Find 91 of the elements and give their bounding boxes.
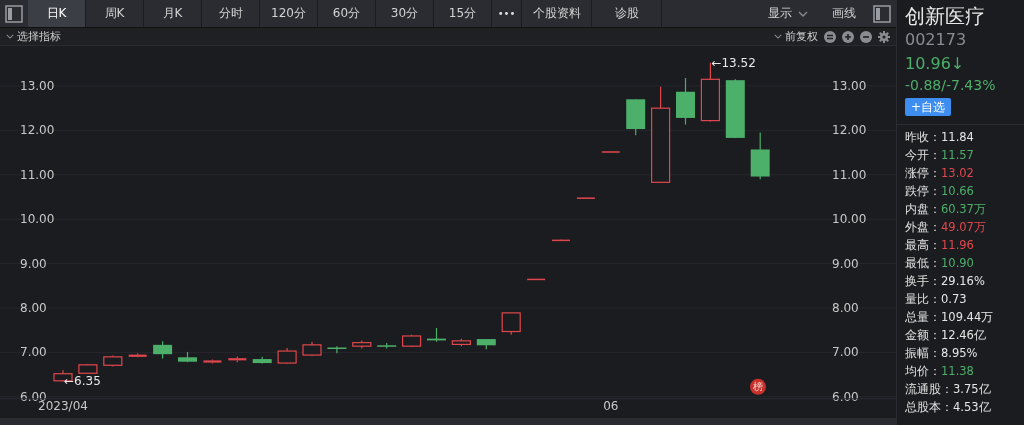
y-axis-label: 12.00 (20, 123, 55, 138)
zoom-in-icon[interactable] (842, 30, 854, 43)
low-price-marker: ←6.35 (64, 374, 101, 389)
candlestick (501, 312, 521, 336)
badge[interactable]: 榜 (750, 378, 766, 395)
candlestick (725, 78, 745, 139)
price-change: -0.88/-7.43% (905, 76, 997, 95)
stat-value: 4.53亿 (953, 399, 991, 415)
y-axis-label: 6.00 (832, 389, 859, 404)
stat-label: 最高： (905, 237, 941, 253)
chevron-down-icon (798, 10, 808, 17)
y-axis-label: 13.00 (20, 78, 55, 93)
candlestick (252, 356, 272, 365)
stat-value: 10.90 (941, 256, 974, 270)
candlestick (103, 354, 123, 368)
stat-value: 8.95% (941, 346, 978, 360)
candlestick (377, 342, 397, 349)
stat-value: 11.96 (941, 238, 974, 252)
candlestick (78, 363, 98, 375)
y-axis-label: 12.00 (832, 123, 867, 138)
sidebar-toggle-icon (5, 4, 23, 23)
y-axis-label: 11.00 (20, 167, 55, 182)
stat-value: 10.66 (941, 184, 974, 198)
candlestick (228, 355, 247, 363)
stock-name: 创新医疗 (905, 3, 986, 29)
stat-label: 昨收： (905, 129, 941, 145)
x-axis-label: 06 (603, 399, 619, 413)
candlestick (476, 338, 496, 350)
stat-label: 涨停： (905, 165, 941, 181)
candlestick (601, 150, 620, 153)
stat-label: 振幅： (905, 345, 941, 361)
stat-value: 49.07万 (941, 219, 986, 235)
stat-value: 11.84 (941, 130, 974, 144)
period-tab[interactable]: 日K (28, 0, 86, 27)
y-axis-label: 10.00 (20, 212, 55, 227)
stat-value: 11.57 (941, 148, 974, 162)
stat-label: 总量： (905, 309, 941, 325)
candlestick (327, 345, 347, 354)
stat-value: 3.75亿 (953, 381, 991, 397)
stock-code: 002173 (905, 29, 968, 51)
stat-label: 换手： (905, 273, 941, 289)
equals-circle-icon[interactable] (824, 30, 836, 43)
stock-price: 10.96↓ (905, 53, 966, 75)
stat-value: 12.46亿 (941, 327, 986, 343)
y-axis-label: 13.00 (832, 78, 867, 93)
stat-value: 0.73 (941, 292, 967, 306)
y-axis-label: 8.00 (832, 301, 859, 315)
candlestick (451, 338, 471, 347)
indicator-select[interactable]: 选择指标 (6, 29, 61, 44)
stat-label: 均价： (905, 363, 941, 379)
candlestick (427, 327, 446, 343)
adjust-select[interactable]: 前复权 (774, 29, 818, 44)
candlestick (552, 239, 570, 242)
high-price-marker: ←13.52 (711, 55, 756, 70)
stat-label: 金额： (905, 327, 941, 343)
candlestick (178, 351, 197, 363)
stat-label: 今开： (905, 147, 941, 163)
candlestick (402, 334, 422, 348)
y-axis-label: 7.00 (832, 345, 859, 360)
candlestick (352, 339, 372, 349)
stat-value: 109.44万 (941, 309, 994, 325)
stat-value: 13.02 (941, 166, 974, 180)
candlestick (153, 340, 173, 360)
stat-value: 11.38 (941, 364, 974, 378)
draw-button[interactable]: 画线 (820, 0, 868, 27)
candlestick (676, 77, 695, 126)
y-axis-label: 9.00 (832, 256, 859, 271)
stat-value: 60.37万 (941, 201, 986, 217)
y-axis-label: 9.00 (20, 256, 47, 271)
stat-value: 29.16% (941, 274, 985, 288)
candlestick (576, 196, 595, 199)
display-menu[interactable]: 显示 (756, 0, 820, 27)
y-axis-label: 11.00 (832, 167, 867, 182)
stat-label: 流通股： (905, 381, 953, 397)
stat-label: 内盘： (905, 201, 941, 217)
stat-label: 外盘： (905, 219, 941, 235)
candlestick (750, 132, 770, 180)
stat-label: 总股本： (905, 399, 953, 415)
stat-label: 最低： (905, 255, 941, 271)
candlestick (527, 278, 546, 281)
y-axis-label: 8.00 (20, 301, 47, 315)
stat-label: 量比： (905, 291, 941, 307)
sidebar-toggle-icon (873, 4, 891, 23)
y-axis-label: 10.00 (832, 212, 867, 227)
zoom-out-icon[interactable] (860, 30, 872, 43)
chevron-down-icon (774, 34, 782, 39)
y-axis-label: 7.00 (20, 345, 47, 360)
chevron-down-icon (6, 34, 14, 39)
candlestick (626, 98, 646, 136)
settings-icon[interactable] (878, 30, 890, 43)
stat-label: 跌停： (905, 183, 941, 199)
